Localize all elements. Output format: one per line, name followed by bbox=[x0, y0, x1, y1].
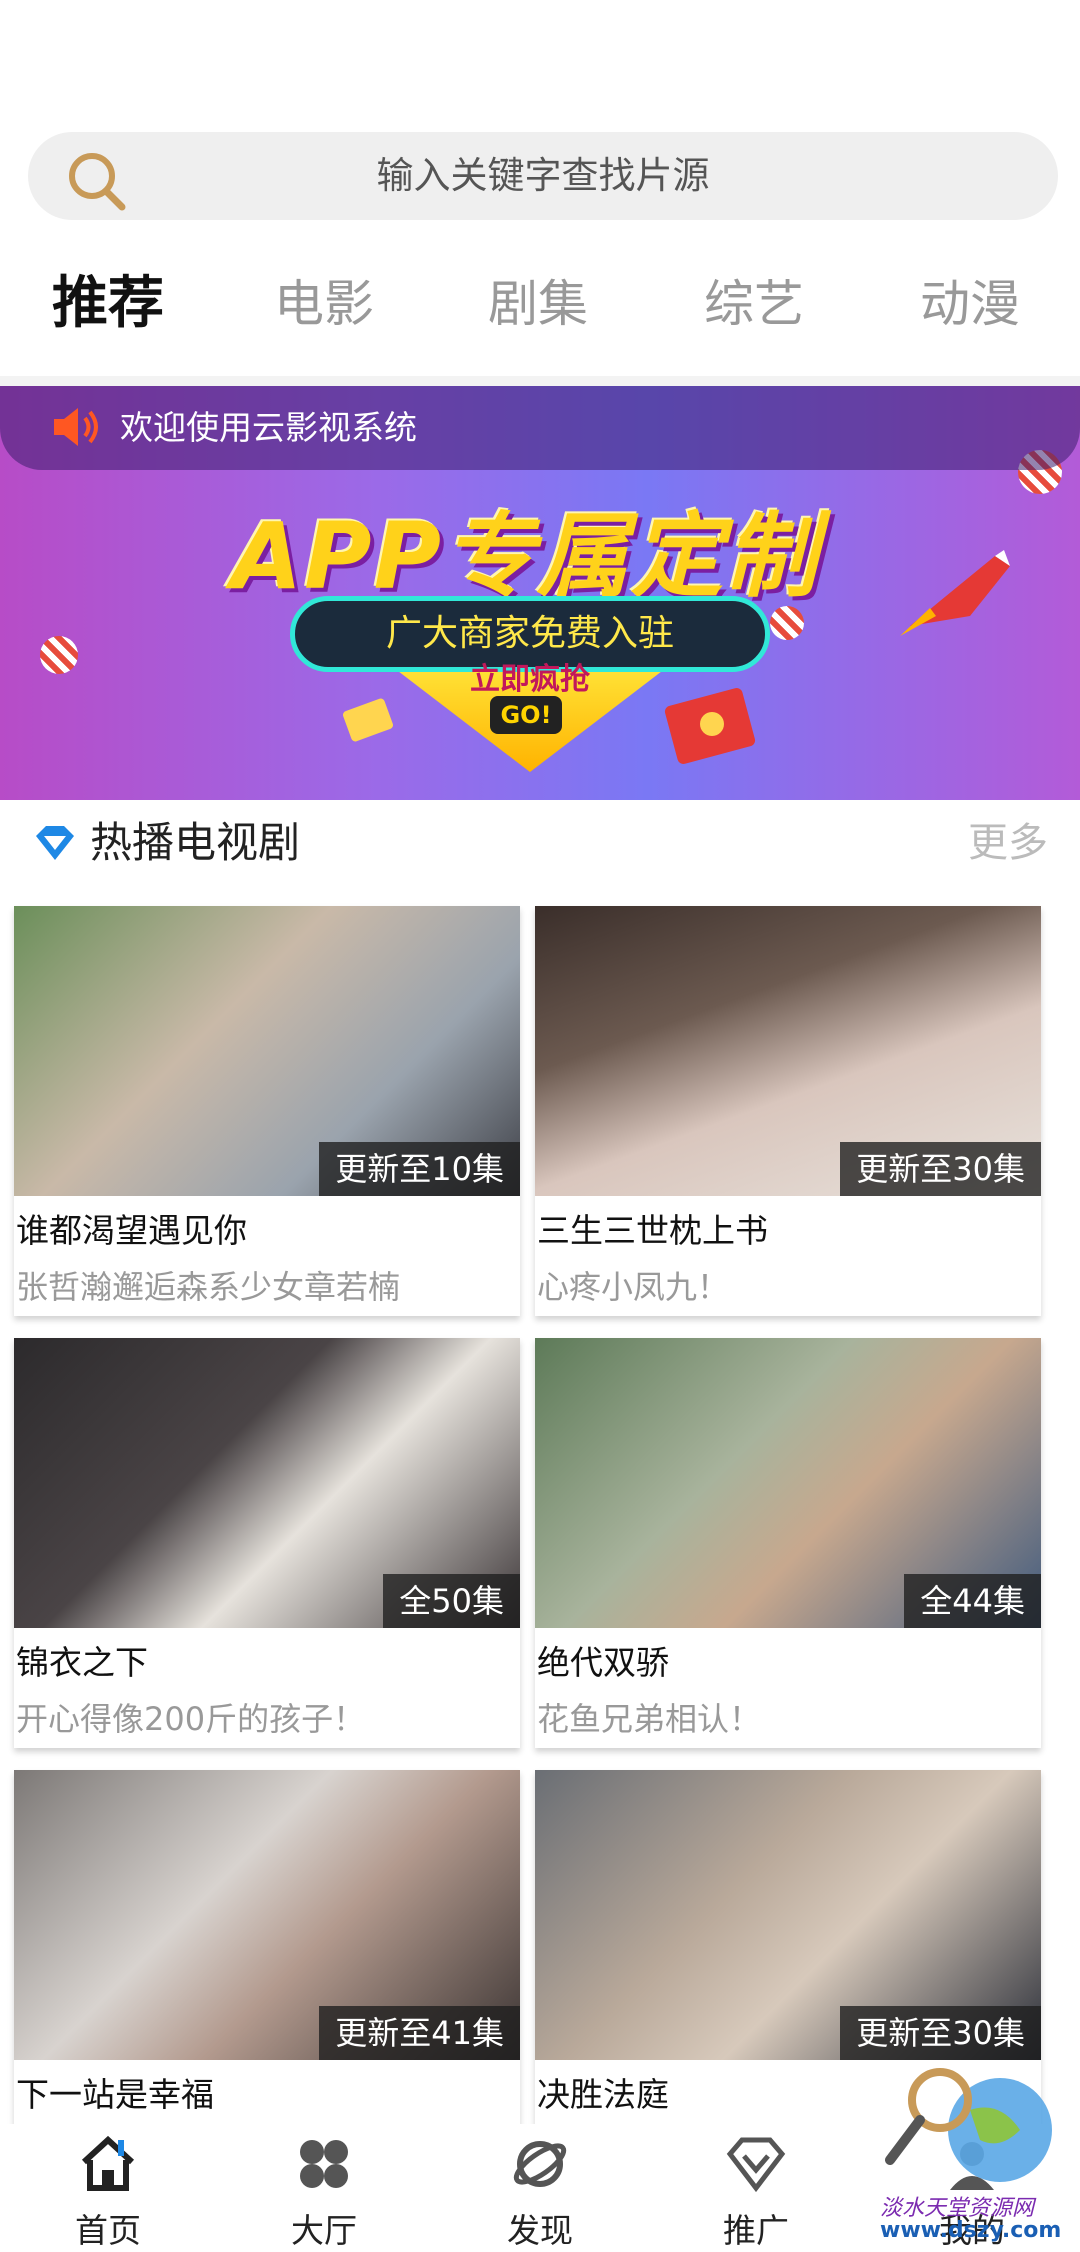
search-bar[interactable]: 输入关键字查找片源 bbox=[28, 132, 1058, 220]
drama-desc: 花鱼兄弟相认！ bbox=[537, 1700, 762, 1738]
episode-badge: 全44集 bbox=[904, 1574, 1041, 1628]
speaker-icon bbox=[54, 408, 98, 446]
nav-home[interactable]: 首页 bbox=[0, 2124, 216, 2250]
watermark-url: www.dszy.com bbox=[880, 2218, 1062, 2243]
drama-title: 决胜法庭 bbox=[537, 2075, 669, 2114]
nav-label: 首页 bbox=[75, 2211, 141, 2250]
episode-badge: 全50集 bbox=[383, 1574, 520, 1628]
drama-title: 谁都渴望遇见你 bbox=[16, 1211, 247, 1250]
banner-cta: 立即疯抢 bbox=[470, 662, 590, 697]
drama-card[interactable]: 全44集 绝代双骄 花鱼兄弟相认！ bbox=[535, 1338, 1041, 1748]
drama-card[interactable]: 更新至41集 下一站是幸福 bbox=[14, 1770, 520, 2180]
episode-badge: 更新至10集 bbox=[319, 1142, 520, 1196]
tab-recommend[interactable]: 推荐 bbox=[8, 258, 208, 350]
nav-hall[interactable]: 大厅 bbox=[216, 2124, 432, 2250]
tab-anime[interactable]: 动漫 bbox=[870, 258, 1070, 350]
drama-card[interactable]: 更新至30集 三生三世枕上书 心疼小凤九！ bbox=[535, 906, 1041, 1316]
tab-series[interactable]: 剧集 bbox=[438, 258, 638, 350]
diamond-icon bbox=[36, 826, 74, 860]
drama-title: 锦衣之下 bbox=[16, 1643, 148, 1682]
drama-desc: 心疼小凤九！ bbox=[537, 1268, 730, 1306]
planet-icon bbox=[513, 2141, 567, 2187]
section-title: 热播电视剧 bbox=[90, 818, 301, 867]
nav-promote[interactable]: 推广 bbox=[648, 2124, 864, 2250]
drama-desc: 张哲瀚邂逅森系少女章若楠 bbox=[16, 1268, 401, 1306]
drama-title: 三生三世枕上书 bbox=[537, 1211, 768, 1250]
drama-desc: 开心得像200斤的孩子！ bbox=[16, 1700, 366, 1738]
episode-badge: 更新至41集 bbox=[319, 2006, 520, 2060]
category-tabs: 推荐 电影 剧集 综艺 动漫 bbox=[0, 258, 1080, 350]
drama-card[interactable]: 全50集 锦衣之下 开心得像200斤的孩子！ bbox=[14, 1338, 520, 1748]
drama-title: 下一站是幸福 bbox=[16, 2075, 214, 2114]
episode-badge: 更新至30集 bbox=[840, 1142, 1041, 1196]
nav-discover[interactable]: 发现 bbox=[432, 2124, 648, 2250]
rocket-icon bbox=[900, 550, 1010, 636]
promo-banner[interactable]: 欢迎使用云影视系统 APP专属定制 广大商家免费入驻 立即疯抢 GO! bbox=[0, 386, 1080, 800]
grid-icon bbox=[300, 2140, 348, 2188]
home-icon bbox=[81, 2135, 135, 2191]
banner-go: GO! bbox=[490, 696, 562, 734]
diamond-icon bbox=[726, 2137, 786, 2193]
tab-variety[interactable]: 综艺 bbox=[654, 258, 854, 350]
nav-label: 发现 bbox=[507, 2211, 573, 2250]
section-header: 热播电视剧 更多 bbox=[0, 802, 1080, 884]
tab-movie[interactable]: 电影 bbox=[224, 258, 424, 350]
nav-label: 大厅 bbox=[291, 2211, 357, 2250]
nav-label: 推广 bbox=[723, 2211, 789, 2250]
coin-icon bbox=[342, 698, 394, 742]
more-link[interactable]: 更多 bbox=[968, 802, 1048, 884]
notice-text: 欢迎使用云影视系统 bbox=[120, 408, 417, 447]
search-placeholder: 输入关键字查找片源 bbox=[376, 154, 710, 197]
drama-card[interactable]: 更新至10集 谁都渴望遇见你 张哲瀚邂逅森系少女章若楠 bbox=[14, 906, 520, 1316]
notice-bar[interactable]: 欢迎使用云影视系统 bbox=[0, 386, 1080, 470]
drama-title: 绝代双骄 bbox=[537, 1643, 669, 1682]
ornament bbox=[40, 636, 78, 674]
red-envelope-icon bbox=[664, 688, 756, 764]
episode-badge: 更新至30集 bbox=[840, 2006, 1041, 2060]
divider bbox=[0, 376, 1080, 386]
